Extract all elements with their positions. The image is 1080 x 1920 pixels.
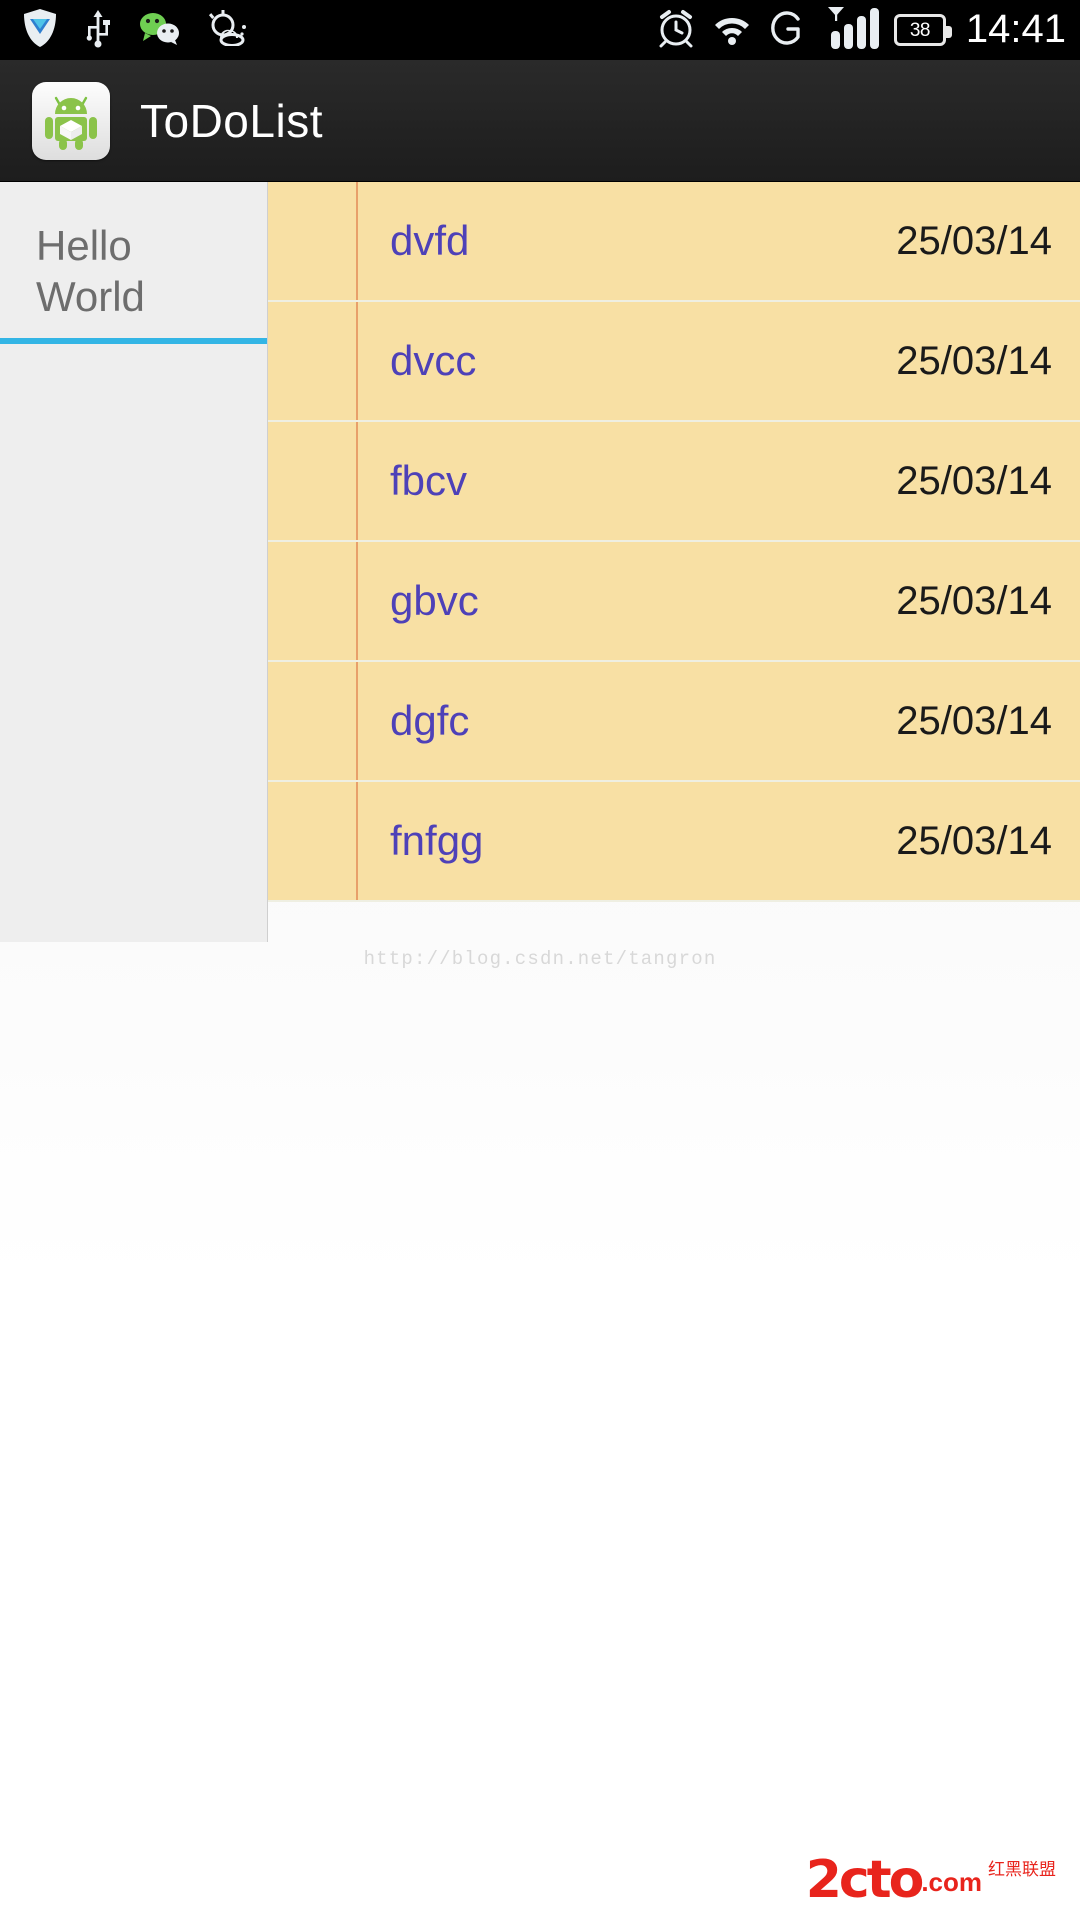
status-bar-clock: 14:41 <box>965 6 1066 51</box>
status-bar-right-icons: 38 14:41 <box>656 5 1066 56</box>
usb-icon <box>84 8 112 53</box>
status-bar: 38 14:41 <box>0 0 1080 60</box>
signal-bars-icon <box>818 5 880 56</box>
row-date: 25/03/14 <box>896 219 1052 263</box>
table-row[interactable]: gbvc 25/03/14 <box>268 542 1080 662</box>
row-gutter <box>268 182 358 300</box>
table-row[interactable]: dvfd 25/03/14 <box>268 182 1080 302</box>
row-gutter <box>268 542 358 660</box>
row-gutter <box>268 302 358 420</box>
table-row[interactable]: dgfc 25/03/14 <box>268 662 1080 782</box>
wechat-icon <box>138 11 180 50</box>
row-date: 25/03/14 <box>896 459 1052 503</box>
row-date: 25/03/14 <box>896 819 1052 863</box>
row-date: 25/03/14 <box>896 579 1052 623</box>
wifi-icon <box>710 10 754 51</box>
android-robot-icon <box>32 81 110 160</box>
content-area: Hello World dvfd 25/03/14 dvcc 25/03/14 … <box>0 182 1080 1920</box>
security-shield-icon <box>22 8 58 53</box>
tab-hello-world[interactable]: Hello World <box>0 182 267 345</box>
row-date: 25/03/14 <box>896 699 1052 743</box>
battery-level-label: 38 <box>909 19 931 41</box>
brand-chinese-label: 红黑联盟 <box>988 1860 1056 1879</box>
row-title: fnfgg <box>390 817 484 864</box>
brand-name: 2cto <box>805 1850 925 1911</box>
row-gutter <box>268 662 358 780</box>
battery-indicator: 38 <box>893 14 952 46</box>
row-date: 25/03/14 <box>896 339 1052 383</box>
weather-icon <box>206 9 248 51</box>
app-title: ToDoList <box>140 94 323 147</box>
tab-hello-world-label: Hello World <box>36 222 145 321</box>
alarm-clock-icon <box>656 8 696 53</box>
row-gutter <box>268 782 358 900</box>
row-title: dvcc <box>390 337 477 384</box>
watermark-url: http://blog.csdn.net/tangron <box>363 948 717 970</box>
row-title: dgfc <box>390 697 470 744</box>
site-brand-logo: 2cto .com 红黑联盟 <box>805 1850 1056 1911</box>
todo-list[interactable]: dvfd 25/03/14 dvcc 25/03/14 fbcv 25/03/1… <box>268 182 1080 902</box>
row-title: fbcv <box>390 457 468 504</box>
table-row[interactable]: fnfgg 25/03/14 <box>268 782 1080 902</box>
action-bar: ToDoList <box>0 60 1080 182</box>
table-row[interactable]: dvcc 25/03/14 <box>268 302 1080 422</box>
status-bar-left-icons <box>22 8 248 53</box>
tab-strip: Hello World <box>0 182 268 942</box>
row-title: gbvc <box>390 577 479 624</box>
table-row[interactable]: fbcv 25/03/14 <box>268 422 1080 542</box>
gprs-g-icon <box>768 6 804 55</box>
row-title: dvfd <box>390 217 470 264</box>
brand-domain: .com <box>921 1867 982 1898</box>
row-gutter <box>268 422 358 540</box>
